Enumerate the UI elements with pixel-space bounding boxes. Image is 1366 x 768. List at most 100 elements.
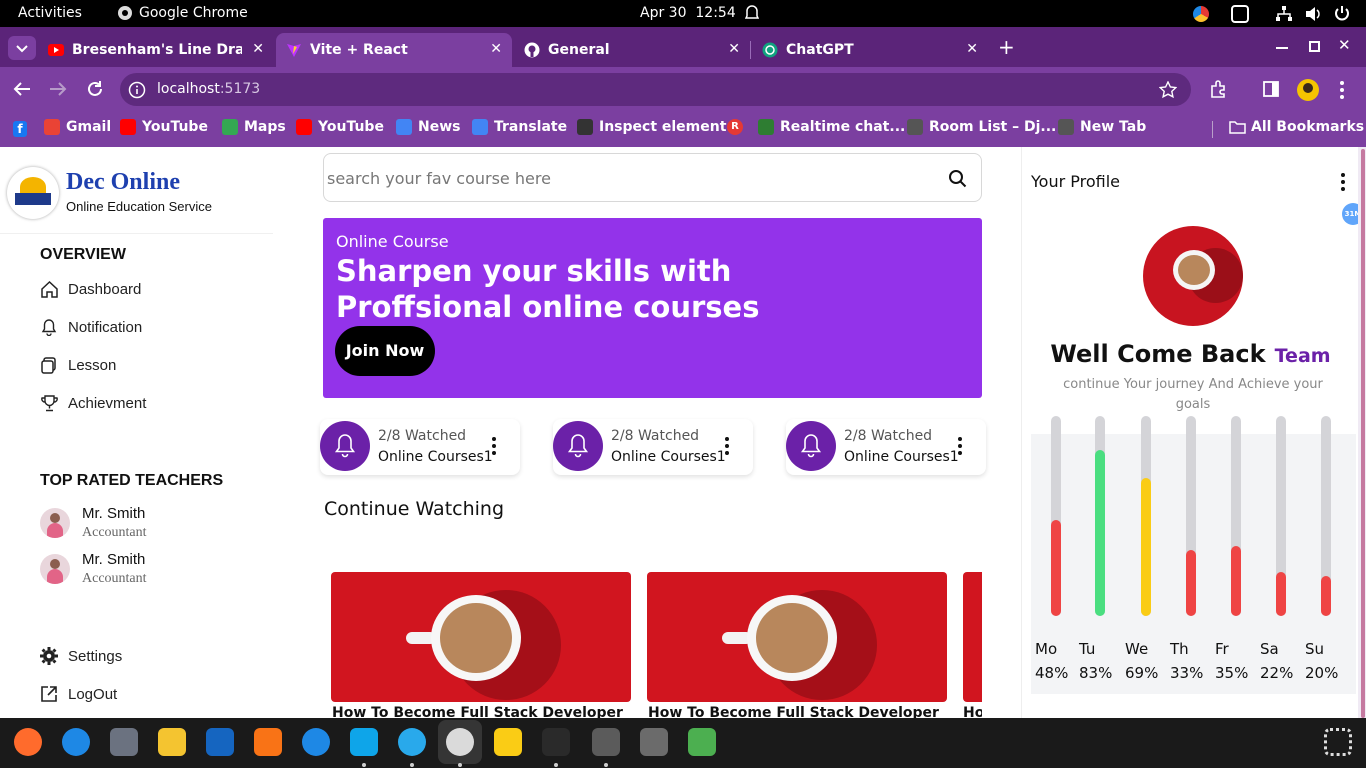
firefox-icon[interactable] xyxy=(14,728,42,756)
tab-chatgpt[interactable]: ChatGPT ✕ xyxy=(752,33,988,67)
rhythmbox-icon[interactable] xyxy=(158,728,186,756)
back-arrow-icon[interactable] xyxy=(13,81,31,97)
nav-settings[interactable]: Settings xyxy=(40,647,122,665)
minimize-button[interactable] xyxy=(1276,47,1288,49)
forward-arrow-icon[interactable] xyxy=(49,81,67,97)
activities-button[interactable]: Activities xyxy=(18,5,82,21)
maximize-button[interactable] xyxy=(1309,41,1320,52)
tab-general[interactable]: General ✕ xyxy=(514,33,750,67)
bookmark-0[interactable]: Gmail xyxy=(44,119,111,135)
course-thumbnail[interactable] xyxy=(963,572,982,702)
settings-icon[interactable] xyxy=(592,728,620,756)
files-icon[interactable] xyxy=(110,728,138,756)
bookmark-label: Room List – Dj... xyxy=(929,119,1057,135)
close-tab-icon[interactable]: ✕ xyxy=(490,41,502,57)
volume-icon[interactable] xyxy=(1304,5,1322,23)
reload-icon[interactable] xyxy=(86,80,104,98)
bookmark-4[interactable]: News xyxy=(396,119,460,135)
power-icon[interactable] xyxy=(1333,4,1351,22)
course-title[interactable]: How To Become Full Stack Developer xyxy=(648,705,939,718)
tab-vite-react[interactable]: Vite + React ✕ xyxy=(276,33,512,67)
chrome-tray-icon[interactable] xyxy=(1193,6,1209,22)
close-tab-icon[interactable]: ✕ xyxy=(966,41,978,57)
bookmark-10[interactable]: New Tab xyxy=(1058,119,1146,135)
writer-icon[interactable] xyxy=(206,728,234,756)
nav-lesson[interactable]: Lesson xyxy=(40,356,116,374)
close-tab-icon[interactable]: ✕ xyxy=(252,41,264,57)
bookmark-1[interactable]: YouTube xyxy=(120,119,208,135)
text-editor-icon[interactable] xyxy=(640,728,668,756)
active-app-menu[interactable]: Google Chrome xyxy=(117,5,248,21)
software-icon[interactable] xyxy=(254,728,282,756)
vscode-icon[interactable] xyxy=(350,728,378,756)
tab-bresenham[interactable]: Bresenham's Line Draw ✕ xyxy=(38,33,274,67)
new-tab-button[interactable]: + xyxy=(998,35,1015,59)
chrome-menu-button[interactable] xyxy=(1340,81,1344,102)
bookmark-label: Realtime chat... xyxy=(780,119,906,135)
overview-heading: OVERVIEW xyxy=(40,246,126,263)
nav-logout[interactable]: LogOut xyxy=(40,685,117,703)
close-window-button[interactable]: ✕ xyxy=(1338,36,1351,54)
tab-title: Vite + React xyxy=(310,42,408,58)
nav-label: Achievment xyxy=(68,394,147,412)
running-indicator xyxy=(410,763,414,767)
chat-icon xyxy=(758,119,774,135)
teacher-role: Accountant xyxy=(82,571,147,586)
side-panel-icon[interactable] xyxy=(1263,81,1279,97)
nav-label: Lesson xyxy=(68,356,117,374)
bookmark-star-icon[interactable] xyxy=(1159,81,1177,99)
profile-avatar[interactable] xyxy=(1297,79,1319,101)
trash-icon[interactable] xyxy=(688,728,716,756)
nav-notification[interactable]: Notification xyxy=(40,318,142,336)
folder-icon xyxy=(1229,121,1246,134)
thunderbird-icon[interactable] xyxy=(62,728,90,756)
user-name: Team xyxy=(1274,345,1331,367)
welcome-text: Well Come Back xyxy=(1050,340,1266,368)
profile-more-icon[interactable] xyxy=(1341,173,1345,194)
logo-book xyxy=(15,193,51,205)
nav-label: Dashboard xyxy=(68,280,142,298)
telegram-icon[interactable] xyxy=(398,728,426,756)
teacher-item[interactable]: Mr. Smith Accountant xyxy=(40,505,147,541)
app-grid-icon[interactable] xyxy=(1324,728,1352,756)
tab-search-button[interactable] xyxy=(8,36,36,60)
maps-icon xyxy=(222,119,238,135)
chrome-icon[interactable] xyxy=(446,728,474,756)
activity-day-label: Fr xyxy=(1215,640,1229,658)
all-bookmarks-button[interactable]: All Bookmarks xyxy=(1229,119,1364,135)
terminal-icon[interactable] xyxy=(542,728,570,756)
nav-achievement[interactable]: Achievment xyxy=(40,394,146,412)
nav-dashboard[interactable]: Dashboard xyxy=(40,280,141,298)
bookmark-label: Inspect element xyxy=(599,119,727,135)
bookmark-3[interactable]: YouTube xyxy=(296,119,384,135)
course-title[interactable]: Ho xyxy=(963,705,982,718)
bookmark-5[interactable]: Translate xyxy=(472,119,567,135)
browser-tab-strip: Bresenham's Line Draw ✕ Vite + React ✕ G… xyxy=(0,27,1366,67)
running-indicator xyxy=(604,763,608,767)
bookmark-7[interactable]: R xyxy=(727,119,749,135)
site-info-icon[interactable] xyxy=(128,81,146,99)
calculator-icon[interactable] xyxy=(494,728,522,756)
bookmark-2[interactable]: Maps xyxy=(222,119,286,135)
close-tab-icon[interactable]: ✕ xyxy=(728,41,740,57)
teacher-item[interactable]: Mr. Smith Accountant xyxy=(40,551,147,587)
system-top-bar: Activities Google Chrome Apr 30 12:54 xyxy=(0,0,1366,27)
clock[interactable]: Apr 30 12:54 xyxy=(640,5,736,21)
course-thumbnail[interactable] xyxy=(331,572,631,702)
network-icon[interactable] xyxy=(1275,5,1293,23)
help-icon[interactable] xyxy=(302,728,330,756)
bookmark-6[interactable]: Inspect element xyxy=(577,119,726,135)
activity-percent-label: 22% xyxy=(1260,664,1294,682)
course-title[interactable]: How To Become Full Stack Developer xyxy=(332,705,623,718)
bookmark-8[interactable]: Realtime chat... xyxy=(758,119,905,135)
page-scrollbar-thumb[interactable] xyxy=(1361,149,1365,718)
course-thumbnail[interactable] xyxy=(647,572,947,702)
screenshot-tray-icon[interactable] xyxy=(1231,5,1249,23)
activity-bar-fill-su xyxy=(1321,576,1331,616)
notification-badge[interactable]: 31M xyxy=(1342,203,1358,225)
facebook-bookmark-icon[interactable]: f xyxy=(13,121,27,137)
r-icon: R xyxy=(727,119,743,135)
address-bar[interactable]: localhost:5173 xyxy=(120,73,1191,106)
bookmark-9[interactable]: Room List – Dj... xyxy=(907,119,1056,135)
extensions-icon[interactable] xyxy=(1209,80,1227,98)
